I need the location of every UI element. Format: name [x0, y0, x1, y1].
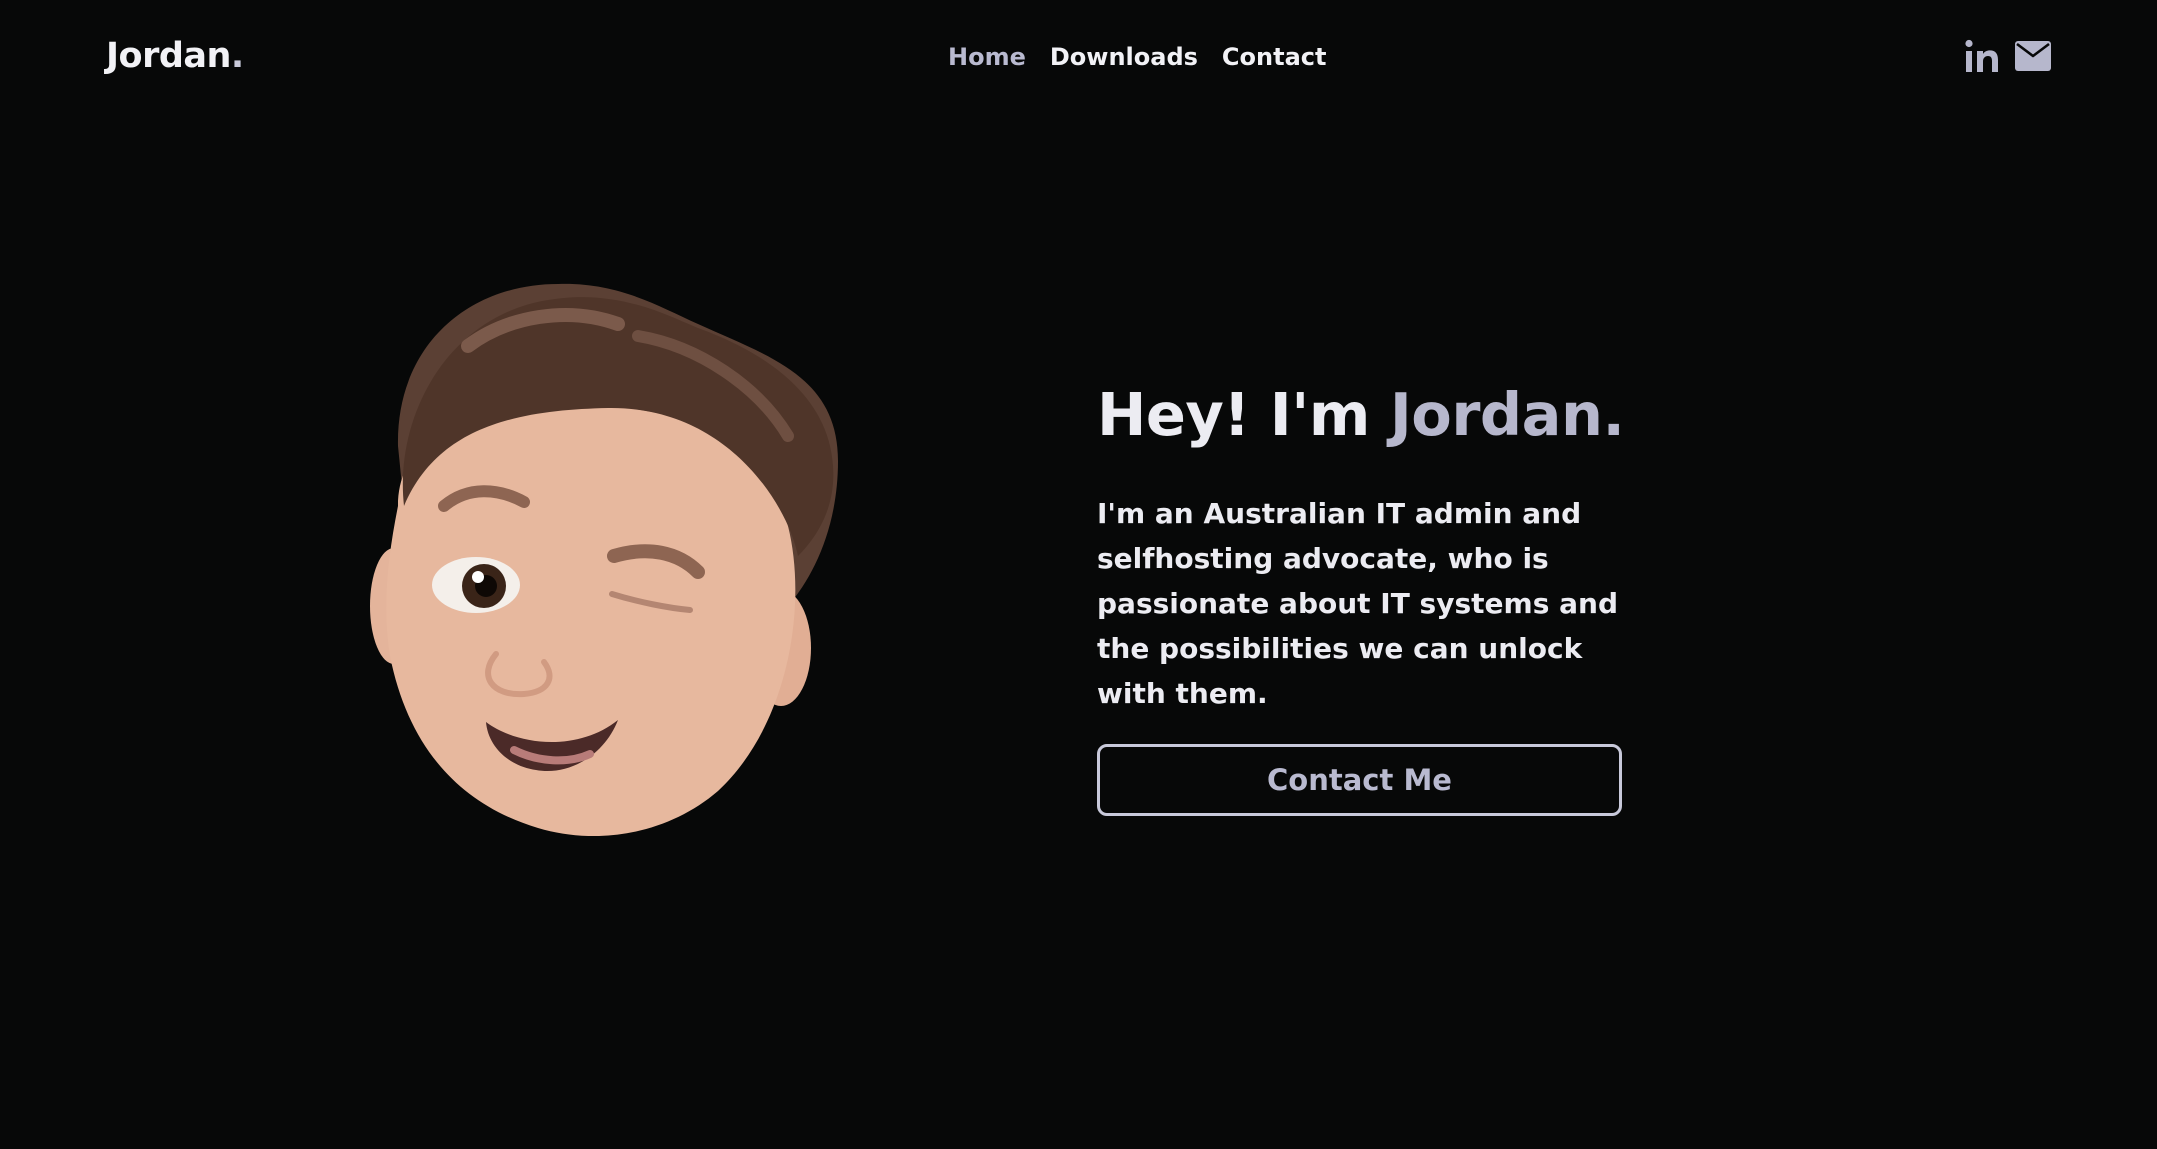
hero-headline: Hey! I'm Jordan. [1097, 380, 1657, 449]
hero-intro: I'm an Australian IT admin and selfhosti… [1097, 497, 1618, 710]
hero-name: Jordan. [1389, 380, 1625, 449]
hero-section: Hey! I'm Jordan. I'm an Australian IT ad… [0, 0, 2157, 1149]
avatar-face [386, 405, 796, 836]
hero-text: Hey! I'm Jordan. I'm an Australian IT ad… [1097, 380, 1657, 816]
contact-me-button[interactable]: Contact Me [1097, 744, 1622, 816]
greeting-text: Hey! I'm [1097, 380, 1390, 449]
avatar [370, 283, 838, 836]
